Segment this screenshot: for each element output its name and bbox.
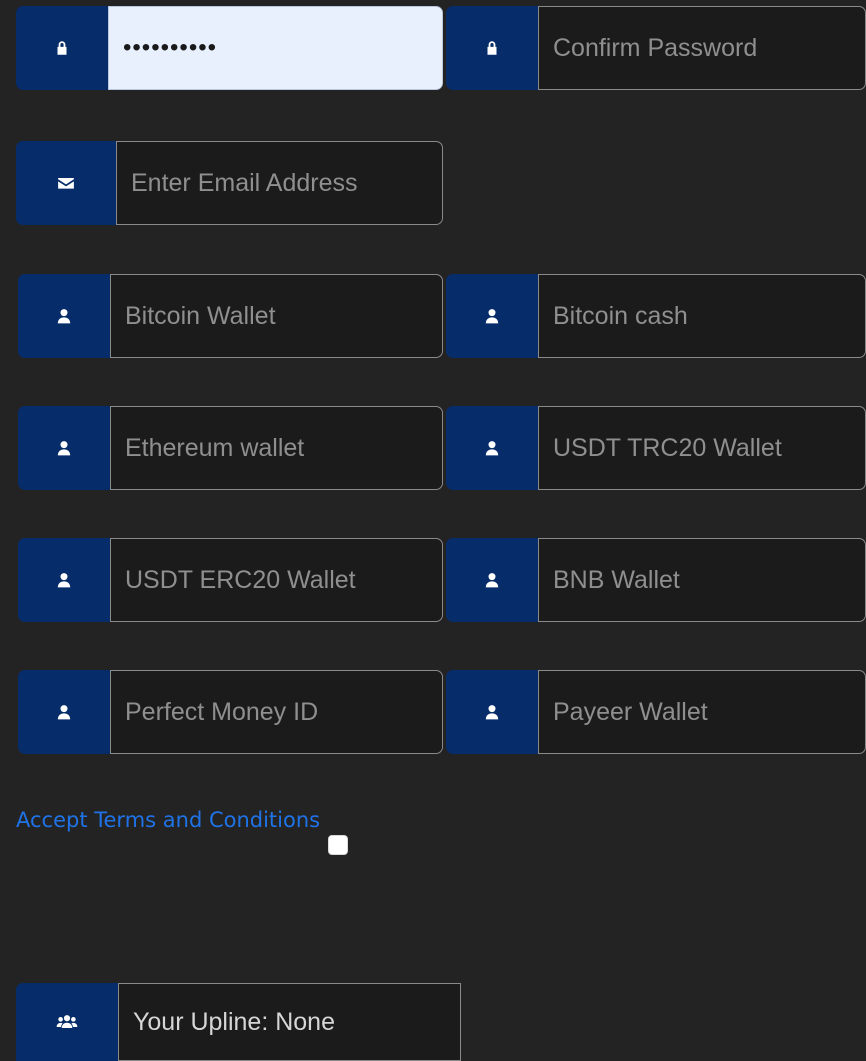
user-icon xyxy=(485,573,499,588)
perfect-money-id-addon xyxy=(18,670,110,754)
usdt-trc20-wallet-input[interactable] xyxy=(553,433,865,463)
ethereum-wallet-group xyxy=(18,406,443,490)
password-addon xyxy=(16,6,108,90)
bitcoin-cash-group xyxy=(446,274,866,358)
payeer-wallet-group xyxy=(446,670,866,754)
terms-checkbox[interactable] xyxy=(328,835,348,855)
bitcoin-wallet-addon xyxy=(18,274,110,358)
confirm-password-addon xyxy=(446,6,538,90)
ethereum-wallet-input[interactable] xyxy=(125,433,442,463)
usdt-erc20-wallet-addon xyxy=(18,538,110,622)
usdt-trc20-wallet-group xyxy=(446,406,866,490)
upline-group: Your Upline: None xyxy=(16,983,461,1061)
users-icon xyxy=(56,1015,78,1029)
bitcoin-cash-input[interactable] xyxy=(553,301,865,331)
user-icon xyxy=(485,309,499,324)
user-icon xyxy=(485,705,499,720)
payeer-wallet-input[interactable] xyxy=(553,697,865,727)
upline-text: Your Upline: None xyxy=(133,1007,335,1036)
payeer-wallet-field[interactable] xyxy=(538,670,866,754)
user-icon xyxy=(57,705,71,720)
ethereum-wallet-field[interactable] xyxy=(110,406,443,490)
usdt-erc20-wallet-group xyxy=(18,538,443,622)
upline-field: Your Upline: None xyxy=(118,983,461,1061)
confirm-password-group xyxy=(446,6,866,90)
password-field[interactable] xyxy=(108,6,443,90)
user-icon xyxy=(57,573,71,588)
user-icon xyxy=(57,309,71,324)
payeer-wallet-addon xyxy=(446,670,538,754)
usdt-erc20-wallet-field[interactable] xyxy=(110,538,443,622)
email-field[interactable] xyxy=(116,141,443,225)
bitcoin-wallet-group xyxy=(18,274,443,358)
confirm-password-field[interactable] xyxy=(538,6,866,90)
bitcoin-wallet-input[interactable] xyxy=(125,301,442,331)
bitcoin-cash-addon xyxy=(446,274,538,358)
usdt-erc20-wallet-input[interactable] xyxy=(125,565,442,595)
email-input[interactable] xyxy=(131,168,442,198)
confirm-password-input[interactable] xyxy=(553,33,865,63)
user-icon xyxy=(57,441,71,456)
perfect-money-id-field[interactable] xyxy=(110,670,443,754)
lock-icon xyxy=(57,41,67,55)
bitcoin-cash-field[interactable] xyxy=(538,274,866,358)
bnb-wallet-input[interactable] xyxy=(553,565,865,595)
usdt-trc20-wallet-field[interactable] xyxy=(538,406,866,490)
password-input[interactable] xyxy=(123,34,442,62)
password-group xyxy=(16,6,443,90)
perfect-money-id-input[interactable] xyxy=(125,697,442,727)
bnb-wallet-addon xyxy=(446,538,538,622)
email-group xyxy=(16,141,443,225)
usdt-trc20-wallet-addon xyxy=(446,406,538,490)
user-icon xyxy=(485,441,499,456)
upline-addon xyxy=(16,983,118,1061)
bitcoin-wallet-field[interactable] xyxy=(110,274,443,358)
bnb-wallet-field[interactable] xyxy=(538,538,866,622)
envelope-icon xyxy=(58,177,74,189)
perfect-money-id-group xyxy=(18,670,443,754)
ethereum-wallet-addon xyxy=(18,406,110,490)
bnb-wallet-group xyxy=(446,538,866,622)
lock-icon xyxy=(487,41,497,55)
terms-and-conditions-link[interactable]: Accept Terms and Conditions xyxy=(16,808,320,832)
email-addon xyxy=(16,141,116,225)
